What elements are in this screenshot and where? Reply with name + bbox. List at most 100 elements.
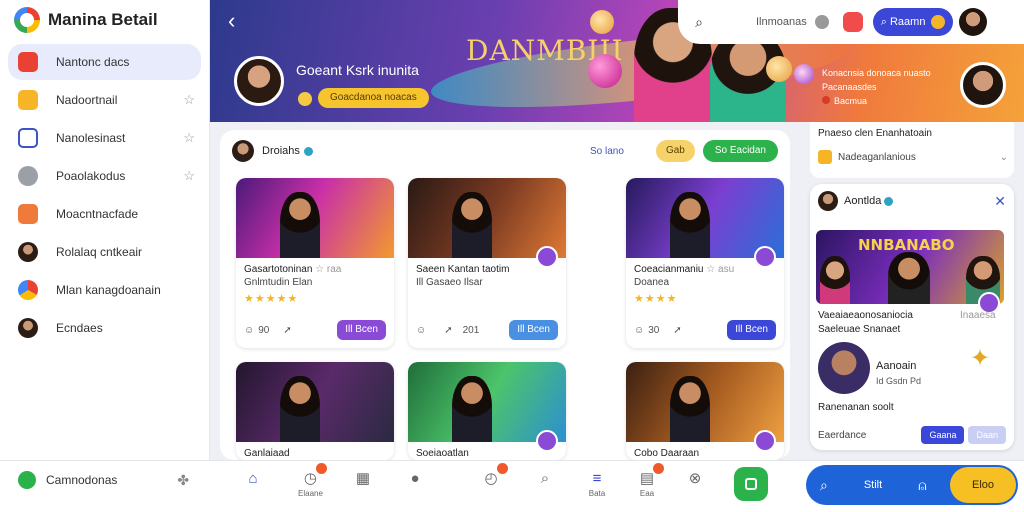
image-person: [452, 192, 492, 258]
coin-icon: [298, 92, 312, 106]
side-card-meta: Inaaesa: [960, 310, 996, 321]
share-icon[interactable]: ➚: [444, 325, 452, 336]
sidebar-item[interactable]: Nantonc dacs: [8, 44, 201, 80]
sidebar-item[interactable]: Nanolesinast ☆: [8, 120, 201, 156]
back-arrow-icon[interactable]: ‹: [228, 8, 235, 34]
close-icon[interactable]: ✕: [994, 193, 1006, 210]
card-image[interactable]: [626, 178, 784, 268]
bottom-pill: ⌕ Stilt ⍝ Eloo: [806, 465, 1018, 505]
bottom-nav-item[interactable]: ⊗: [686, 469, 704, 487]
sidebar-item[interactable]: Mlan kanagdoanain: [8, 272, 201, 308]
card-body: Gasartotoninan ☆ raa Gnlmtudin Elan ★★★★★: [236, 258, 394, 305]
search-icon[interactable]: ⌕: [820, 477, 828, 494]
search-icon[interactable]: ⌕: [690, 13, 708, 31]
content-card[interactable]: Gasartotoninan ☆ raa Gnlmtudin Elan ★★★★★ ☺…: [236, 178, 394, 348]
heart-icon[interactable]: ☺: [244, 325, 254, 336]
bottom-pill-label: Stilt: [863, 479, 883, 491]
card-title-text: Coeacianmaniu: [634, 264, 704, 275]
secondary-button[interactable]: Daan: [968, 426, 1006, 444]
avatar-icon: [18, 242, 38, 262]
card-action-button[interactable]: Ill Bcen: [509, 320, 558, 340]
filter-chip[interactable]: Gab: [655, 140, 695, 162]
profile-avatar[interactable]: [818, 342, 870, 394]
notification-icon[interactable]: [842, 12, 863, 32]
bottom-nav-caption: Bata: [588, 489, 606, 498]
sidebar-item-label: Nanolesinast: [56, 131, 126, 145]
status-icon[interactable]: [814, 15, 829, 29]
sidebar-item[interactable]: Rolalaq cntkeair: [8, 234, 201, 270]
bottom-left[interactable]: Camnodonas ✤: [18, 471, 189, 489]
close-circle-icon: ⊗: [688, 470, 702, 487]
timer-icon: ◴: [482, 463, 508, 487]
avatar[interactable]: [818, 191, 838, 211]
cart-icon: ▤: [638, 463, 664, 487]
content-card[interactable]: Coeacianmaniu ☆ asu Doanea ★★★★ ☺ 30 ➚ Ill Bce…: [626, 178, 784, 348]
badge-icon: [536, 430, 558, 452]
heart-icon[interactable]: ☺: [634, 325, 644, 336]
bottom-pill-button[interactable]: Eloo: [950, 467, 1016, 503]
verified-icon: [884, 196, 894, 206]
card-action-button[interactable]: Ill Bcen: [727, 320, 776, 340]
rating-stars: ★★★★: [634, 293, 678, 305]
bottom-nav-item[interactable]: ⌕: [536, 469, 554, 487]
hero-avatar[interactable]: [234, 56, 284, 106]
sidebar-item[interactable]: Moacntnacfade: [8, 196, 201, 232]
filter-green-button[interactable]: So Eacidan: [702, 140, 778, 162]
heart-icon[interactable]: ☺: [416, 325, 426, 336]
content-card[interactable]: Saeen Kantan taotim Ill Gasaeo Ilsar ☺ ➚ 201…: [408, 178, 566, 348]
person-icon: ●: [410, 469, 420, 487]
card-image[interactable]: [408, 362, 566, 452]
person-icon[interactable]: ⍝: [918, 477, 926, 494]
star-icon[interactable]: ☆: [183, 130, 195, 146]
image-person: [452, 376, 492, 442]
content-card[interactable]: Cobo Daaraan: [626, 362, 784, 460]
sidebar-item[interactable]: Poaolakodus ☆: [8, 158, 201, 194]
share-icon[interactable]: ➚: [673, 325, 681, 336]
brand[interactable]: Manina Betail: [0, 0, 209, 40]
star-icon[interactable]: ☆: [183, 92, 195, 108]
bottom-nav-item[interactable]: ▦: [354, 469, 372, 487]
primary-button[interactable]: Gaana: [921, 426, 965, 444]
card-image[interactable]: [626, 362, 784, 452]
avatar[interactable]: [232, 140, 254, 162]
content-card[interactable]: Soeiaoatlan: [408, 362, 566, 460]
side-card-image[interactable]: NNBANABO: [816, 230, 1004, 304]
emoji-icon: [766, 56, 792, 82]
sidebar-nav: Nantonc dacs Nadoortnail ☆ Nanolesinast ☆ Poa…: [0, 44, 209, 346]
search-text[interactable]: Ilnmoanas: [756, 16, 807, 28]
notification-dot: [497, 463, 508, 474]
sidebar-item[interactable]: Ecndaes: [8, 310, 201, 346]
chevron-down-icon: ⌄: [999, 151, 1008, 163]
bottom-nav-item[interactable]: ⌂: [244, 469, 262, 487]
share-icon[interactable]: ➚: [283, 325, 291, 336]
puzzle-icon[interactable]: ✤: [177, 472, 189, 489]
green-action-button[interactable]: [734, 467, 768, 501]
hero-avatar-secondary[interactable]: [960, 62, 1006, 108]
bottom-nav-item[interactable]: ≡ Bata: [588, 469, 606, 499]
filter-link[interactable]: So lano: [590, 146, 624, 157]
card-action-button[interactable]: Ill Bcen: [337, 320, 386, 340]
profile-meta: Id Gsdn Pd: [876, 376, 922, 386]
bottom-nav-item[interactable]: ◴: [482, 463, 508, 487]
hero-promo-line: Pacanaasdes: [822, 82, 877, 92]
bottom-nav-item[interactable]: ▤ Eaa: [638, 463, 664, 498]
top-action-button[interactable]: ⌕ Raamn: [872, 8, 954, 36]
bottom-nav-item[interactable]: ◷ Elaane: [298, 463, 328, 498]
side-top-row[interactable]: Nadeaganlanious ⌄: [818, 150, 1008, 164]
star-icon[interactable]: ☆: [183, 168, 195, 184]
sidebar-item[interactable]: Nadoortnail ☆: [8, 82, 201, 118]
card-title: Saeen Kantan taotim: [416, 264, 558, 275]
sidebar-item-label: Rolalaq cntkeair: [56, 245, 143, 259]
hero-promo-line: Konacnsia donoaca nuasto: [822, 68, 931, 78]
card-title-text: Gasartotoninan: [244, 264, 313, 275]
content-card[interactable]: Ganlaiaad: [236, 362, 394, 460]
card-image[interactable]: [236, 178, 394, 258]
bottom-nav-item[interactable]: ●: [406, 469, 424, 487]
folder-icon: [18, 90, 38, 110]
card-image[interactable]: [408, 178, 566, 268]
user-avatar[interactable]: [959, 8, 988, 36]
tv-icon: [18, 52, 38, 72]
card-image[interactable]: [236, 362, 394, 442]
hero-pill-button[interactable]: Goacdanoa noacas: [318, 88, 429, 108]
card-title: Cobo Daaraan: [634, 448, 776, 459]
